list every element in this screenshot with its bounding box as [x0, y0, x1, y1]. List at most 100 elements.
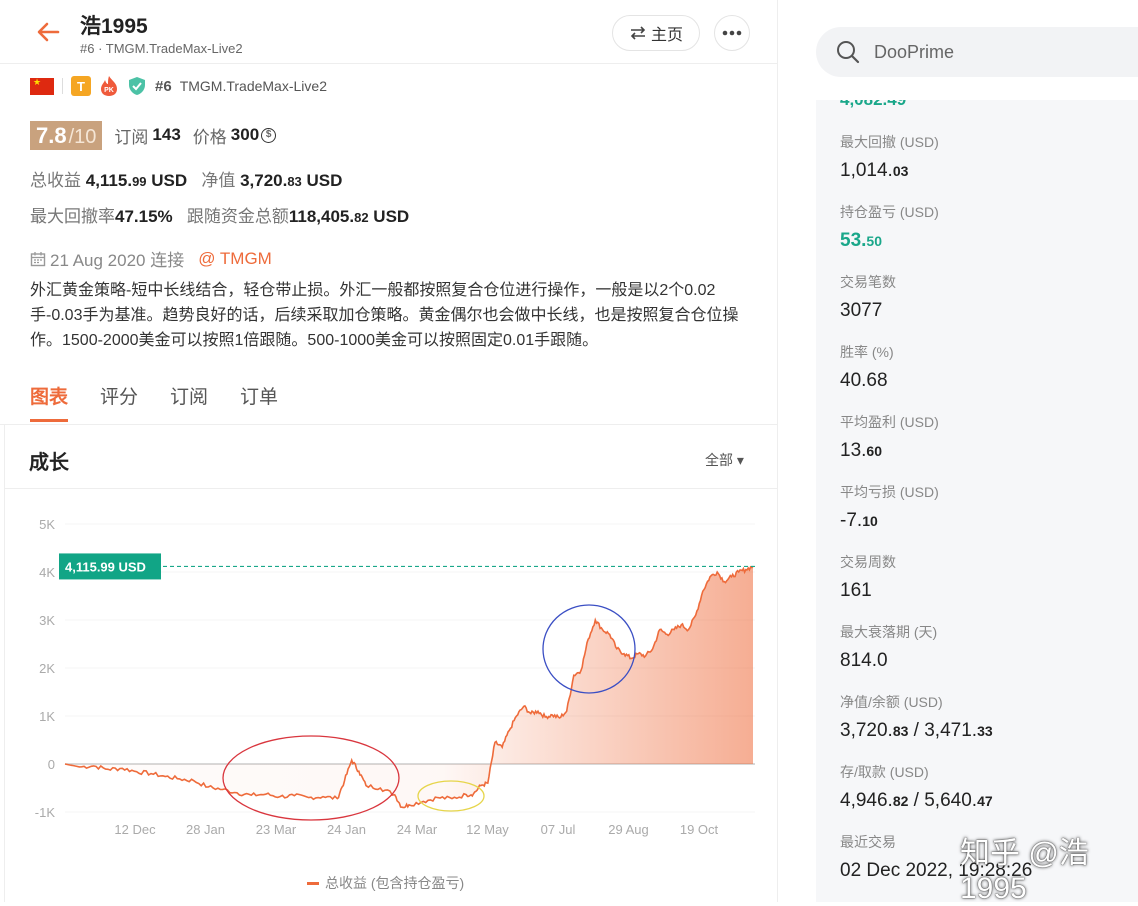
- y-tick-label: 3K: [39, 613, 55, 628]
- search-input[interactable]: DooPrime: [874, 42, 954, 63]
- tab-chart[interactable]: 图表: [30, 382, 69, 422]
- metric-item: 最大回撤 (USD) 1,014.03: [840, 132, 939, 182]
- metric-label: 交易笔数: [840, 274, 896, 290]
- max-drawdown-label: 最大回撤率: [30, 207, 115, 226]
- x-tick-label: 23 Mar: [256, 822, 297, 837]
- coin-icon: $: [261, 127, 277, 143]
- metric-label: 平均盈利 (USD): [840, 414, 939, 430]
- strategy-description: 外汇黄金策略-短中长线结合，轻仓带止损。外汇一般都按照复合仓位进行操作，一般是以…: [30, 282, 739, 349]
- more-dots-icon: [722, 30, 742, 36]
- equity-unit: USD: [301, 171, 343, 190]
- follow-funds-main: 118,405.: [288, 207, 355, 226]
- drawdown-row: 最大回撤率47.15% 跟随资金总额118,405.82 USD: [30, 202, 409, 227]
- metric-top-value: 4,082.49: [840, 100, 906, 110]
- subscribe-count: 143: [152, 125, 181, 144]
- follow-funds-unit: USD: [368, 207, 410, 226]
- more-button[interactable]: [714, 15, 750, 51]
- search-icon: [837, 41, 860, 64]
- equity-label: 净值: [201, 171, 236, 190]
- metric-item: 交易笔数 3077: [840, 272, 896, 322]
- server-label: TMGM.TradeMax-Live2: [179, 78, 327, 94]
- y-tick-label: 5K: [39, 517, 55, 532]
- swap-icon: [630, 26, 646, 40]
- metric-value: 4,946.82 / 5,640.47: [840, 790, 993, 811]
- y-tick-label: 2K: [39, 661, 55, 676]
- trader-profile-panel: 浩1995 #6 · TMGM.TradeMax-Live2 主页 T PK #…: [0, 0, 779, 902]
- metric-item: 存/取款 (USD) 4,946.82 / 5,640.47: [840, 762, 993, 812]
- metric-label: 存/取款 (USD): [840, 764, 929, 780]
- x-tick-label: 12 May: [466, 822, 509, 837]
- calendar-icon: [30, 251, 46, 266]
- tab-bar: 图表 评分 订阅 订单: [30, 382, 278, 422]
- broker-link[interactable]: @ TMGM: [198, 249, 272, 269]
- y-tick-label: 0: [48, 757, 55, 772]
- total-profit-unit: USD: [146, 171, 188, 190]
- search-bar[interactable]: DooPrime: [816, 27, 1138, 77]
- legend-label: 总收益 (包含持仓盈亏): [325, 875, 465, 891]
- home-button[interactable]: 主页: [612, 15, 700, 51]
- metric-value: 814.0: [840, 650, 888, 671]
- x-tick-label: 29 Aug: [608, 822, 649, 837]
- t-badge-icon: T: [71, 76, 91, 96]
- tab-rating[interactable]: 评分: [100, 382, 138, 409]
- total-profit-decimals: 99: [132, 174, 147, 189]
- legend-swatch: [307, 881, 319, 885]
- y-tick-label: 1K: [39, 709, 55, 724]
- metric-item: 净值/余额 (USD) 3,720.83 / 3,471.33: [840, 692, 993, 742]
- metric-value: 1,014.03: [840, 160, 909, 181]
- metrics-panel: 4,082.49 最大回撤 (USD) 1,014.03 持仓盈亏 (USD) 53.…: [816, 100, 1138, 902]
- connection-date: 21 Aug 2020 连接: [50, 251, 185, 270]
- verified-shield-icon: [129, 77, 145, 95]
- y-tick-label: 4K: [39, 565, 55, 580]
- x-tick-label: 24 Mar: [397, 822, 438, 837]
- watermark: 知乎 @浩1995: [960, 837, 1089, 905]
- trader-subtitle: #6 · TMGM.TradeMax-Live2: [80, 41, 243, 56]
- x-tick-label: 28 Jan: [186, 822, 225, 837]
- metric-value: 3,720.83 / 3,471.33: [840, 720, 993, 741]
- metric-item: 平均盈利 (USD) 13.60: [840, 412, 939, 462]
- metric-item: 最大衰落期 (天) 814.0: [840, 622, 937, 672]
- growth-chart: 5K 4K 3K 2K 1K 0 -1K 12 Dec 28 Jan 23 Mar 24 Jan 24…: [35, 517, 755, 837]
- total-profit-main: 4,115.: [85, 171, 133, 190]
- equity-main: 3,720.: [240, 171, 288, 190]
- y-tick-label: -1K: [35, 805, 56, 820]
- metric-label: 最大回撤 (USD): [840, 134, 939, 150]
- price-label: 价格: [192, 127, 227, 147]
- subscribe-label: 订阅: [114, 127, 149, 147]
- metric-label: 胜率 (%): [840, 344, 894, 360]
- metric-item: 交易周数 161: [840, 552, 896, 602]
- connection-row: 21 Aug 2020 连接 @ TMGM: [30, 246, 272, 271]
- x-tick-label: 07 Jul: [541, 822, 576, 837]
- metric-value: -7.10: [840, 510, 878, 531]
- metric-value: 40.68: [840, 370, 888, 391]
- metric-label: 持仓盈亏 (USD): [840, 204, 939, 220]
- badge-divider: [62, 78, 63, 94]
- max-drawdown-value: 47.15%: [115, 207, 173, 226]
- profit-row: 总收益 4,115.99 USD 净值 3,720.83 USD: [30, 166, 342, 191]
- back-arrow-icon[interactable]: [34, 18, 62, 46]
- profit-area: [65, 566, 753, 808]
- follow-funds-label: 跟随资金总额: [186, 207, 289, 226]
- metric-value: 161: [840, 580, 872, 601]
- chart-legend[interactable]: 总收益 (包含持仓盈亏): [307, 873, 464, 893]
- follow-funds-decimals: 82: [354, 210, 369, 225]
- trader-name: 浩1995: [80, 15, 148, 38]
- metric-item: 平均亏损 (USD) -7.10: [840, 482, 939, 532]
- metric-value: 3077: [840, 300, 883, 321]
- tab-orders[interactable]: 订单: [240, 382, 278, 409]
- rating-badge: 7.8 /10: [30, 120, 103, 150]
- metric-item: 持仓盈亏 (USD) 53.50: [840, 202, 939, 252]
- rank-label: #6: [155, 77, 172, 95]
- x-tick-label: 19 Oct: [680, 822, 719, 837]
- pk-flame-icon: PK: [101, 76, 117, 96]
- tab-subscriptions[interactable]: 订阅: [170, 382, 208, 409]
- current-value-label: 4,115.99 USD: [65, 559, 146, 574]
- metric-value: 53.50: [840, 230, 882, 251]
- x-tick-label: 24 Jan: [327, 822, 366, 837]
- total-profit-label: 总收益: [30, 171, 81, 190]
- current-value-tag: 4,115.99 USD: [59, 553, 161, 580]
- svg-text:PK: PK: [104, 87, 114, 94]
- price-value: 300: [230, 125, 260, 144]
- china-flag-icon: [30, 77, 54, 95]
- metric-label: 最大衰落期 (天): [840, 624, 938, 640]
